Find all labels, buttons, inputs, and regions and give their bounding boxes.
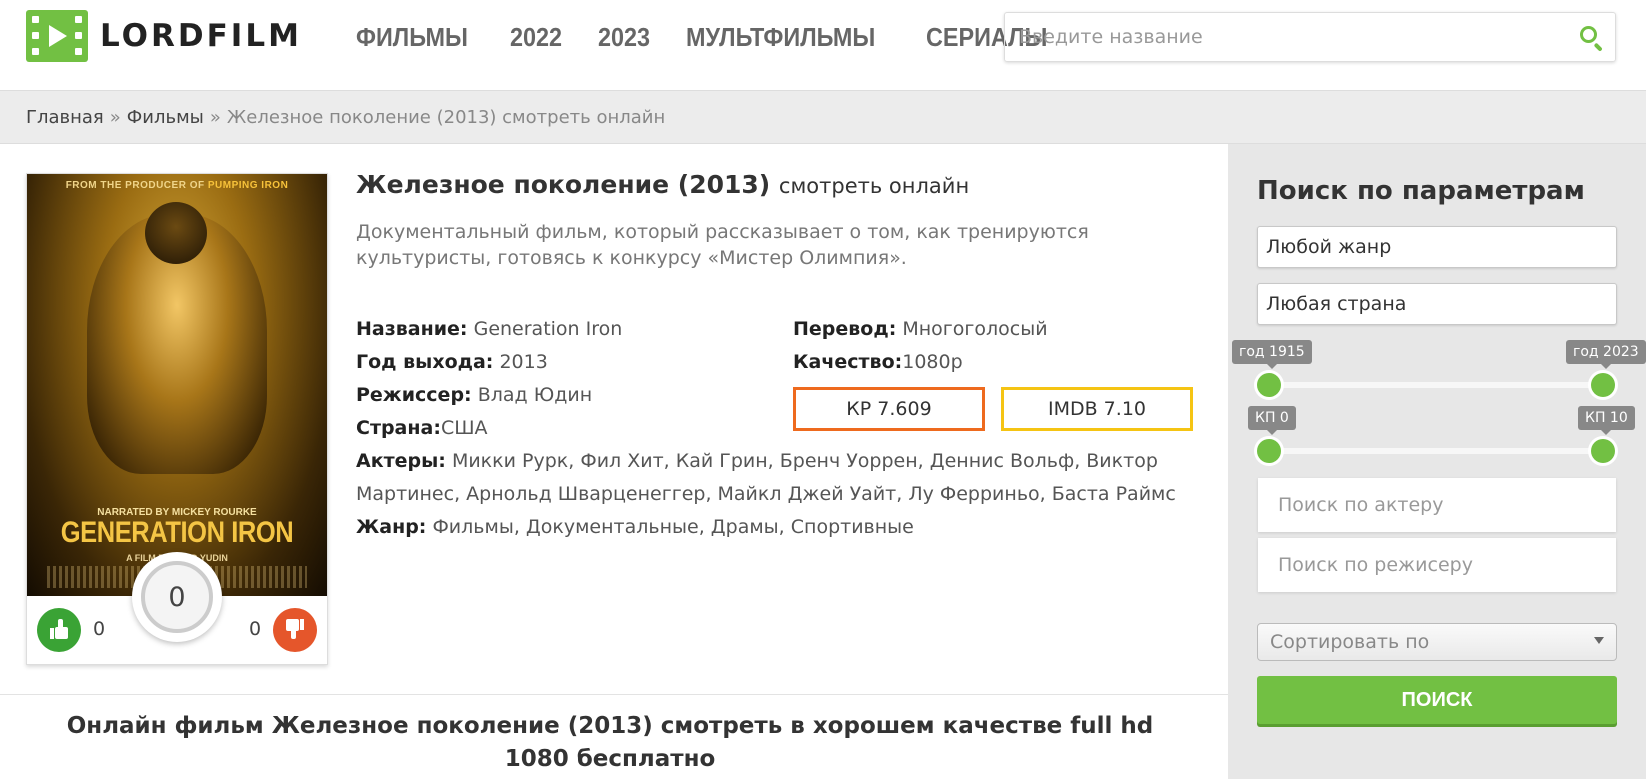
director-search-input[interactable] (1258, 538, 1616, 592)
page-title: Железное поколение (2013) смотреть онлай… (356, 170, 970, 199)
kp-max-tooltip: КП 10 (1578, 406, 1635, 435)
film-play-icon (26, 10, 88, 62)
search-icon[interactable] (1565, 12, 1615, 62)
player-section-title: Онлайн фильм Железное поколение (2013) с… (66, 713, 1154, 772)
breadcrumb-home[interactable]: Главная (26, 107, 104, 128)
nav-films[interactable]: ФИЛЬМЫ (356, 22, 468, 53)
section-divider (0, 694, 1228, 695)
breadcrumb: Главная » Фильмы » Железное поколение (2… (0, 90, 1646, 144)
film-info: Железное поколение (2013) смотреть онлай… (356, 170, 1196, 538)
sort-select-label: Сортировать по (1270, 631, 1430, 653)
filter-title: Поиск по параметрам (1257, 176, 1585, 206)
field-genre: Жанр: Фильмы, Документальные, Драмы, Спо… (356, 516, 914, 538)
field-translation: Перевод: Многоголосый (793, 318, 1048, 340)
field-quality: Качество:1080p (793, 351, 963, 373)
film-description: Документальный фильм, который рассказыва… (356, 221, 1089, 269)
nav-cartoons[interactable]: МУЛЬТФИЛЬМЫ (686, 22, 875, 53)
kp-min-handle[interactable] (1257, 439, 1281, 463)
poster-card: FROM THE PRODUCER OF PUMPING IRON NARRAT… (26, 173, 328, 665)
header-search-input[interactable] (1005, 13, 1565, 61)
site-logo[interactable]: LORDFILM (26, 10, 302, 62)
dislike-count: 0 (249, 618, 262, 640)
breadcrumb-current: Железное поколение (2013) смотреть онлай… (226, 106, 666, 128)
kp-min-tooltip: КП 0 (1248, 406, 1296, 435)
actor-search-input[interactable] (1258, 478, 1616, 532)
logo-text: LORDFILM (100, 18, 302, 54)
genre-select[interactable]: Любой жанр (1257, 226, 1617, 268)
breadcrumb-separator: » (109, 106, 121, 128)
main-content: FROM THE PRODUCER OF PUMPING IRON NARRAT… (0, 144, 1228, 779)
thumbs-up-icon (50, 619, 68, 639)
kp-rating-badge: КР 7.609 (793, 387, 985, 431)
rating-circle: 0 (132, 552, 222, 642)
nav-2023[interactable]: 2023 (598, 22, 650, 53)
rating-value: 0 (141, 561, 213, 633)
rating-badges: КР 7.609 IMDB 7.10 (793, 387, 1193, 431)
vote-bar: 0 0 0 (27, 552, 327, 664)
country-select[interactable]: Любая страна (1257, 283, 1617, 325)
site-header: LORDFILM ФИЛЬМЫ 2022 2023 МУЛЬТФИЛЬМЫ СЕ… (0, 0, 1646, 90)
breadcrumb-separator: » (209, 106, 221, 128)
breadcrumb-films[interactable]: Фильмы (127, 107, 204, 128)
sort-select[interactable]: Сортировать по (1257, 623, 1617, 661)
like-button[interactable] (37, 608, 81, 652)
like-count: 0 (93, 618, 106, 640)
imdb-rating-badge: IMDB 7.10 (1001, 387, 1193, 431)
poster-tagline: FROM THE PRODUCER OF PUMPING IRON (65, 180, 289, 191)
kp-max-handle[interactable] (1591, 439, 1615, 463)
chevron-down-icon (1594, 637, 1604, 644)
year-min-handle[interactable] (1257, 373, 1281, 397)
main-nav: ФИЛЬМЫ 2022 2023 МУЛЬТФИЛЬМЫ СЕРИАЛЫ (356, 22, 1061, 53)
poster-title: GENERATION IRON (60, 516, 294, 549)
thumbs-down-icon (286, 619, 304, 639)
field-actors: Актеры: Микки Рурк, Фил Хит, Кай Грин, Б… (356, 450, 1176, 505)
film-fields-right: Перевод: Многоголосый Качество:1080p КР … (793, 313, 1193, 431)
year-min-tooltip: год 1915 (1232, 340, 1312, 369)
dislike-button[interactable] (273, 608, 317, 652)
film-poster[interactable]: FROM THE PRODUCER OF PUMPING IRON NARRAT… (27, 174, 327, 596)
kp-slider (1257, 439, 1615, 463)
nav-2022[interactable]: 2022 (510, 22, 562, 53)
header-search (1004, 12, 1616, 62)
filter-search-button[interactable]: ПОИСК (1257, 676, 1617, 724)
year-max-tooltip: год 2023 (1566, 340, 1646, 369)
filter-sidebar: Поиск по параметрам Любой жанр Любая стр… (1228, 144, 1646, 779)
year-max-handle[interactable] (1591, 373, 1615, 397)
year-slider (1257, 373, 1615, 397)
